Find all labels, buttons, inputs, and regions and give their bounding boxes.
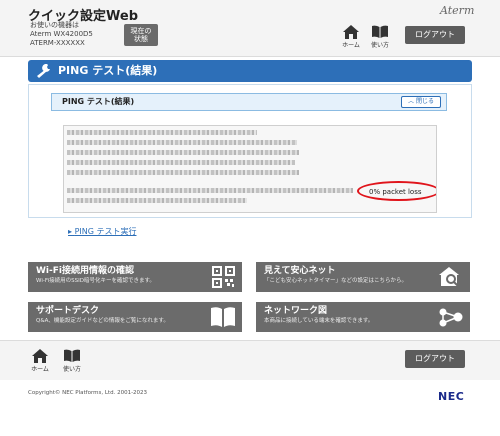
guide-label: 使い方 [62,366,81,373]
book-icon [64,349,80,362]
footer-nav: ホーム 使い方 ログアウト [0,340,500,380]
house-search-icon [439,267,459,287]
device-caption: お使いの機器は [30,21,79,29]
qr-code-icon [212,266,235,288]
home-button[interactable]: ホーム [340,25,362,49]
blurred-result-line [67,160,295,165]
footer-guide-button[interactable]: 使い方 [61,349,83,373]
blurred-result-line [67,130,257,135]
header: クイック設定Web お使いの機器は Aterm WX4200D5 ATERM-X… [0,0,500,57]
aterm-logo: Aterm [440,4,475,17]
tile-support-desk[interactable]: サポートデスク Q&A、機能設定ガイドなどの情報をご覧になれます。 [28,302,242,332]
book-icon [372,25,388,38]
footer-logout-button[interactable]: ログアウト [405,350,465,368]
copyright: Copyright© NEC Platforms, Ltd. 2001-2023 [28,390,148,396]
nec-logo: NEC [438,390,465,403]
network-nodes-icon [439,308,463,327]
home-icon [343,25,359,39]
guide-button[interactable]: 使い方 [369,25,391,49]
ping-result-output: 0% packet loss [63,125,437,213]
section-header: PING テスト(結果) ︿ 閉じる [51,93,447,111]
close-button[interactable]: ︿ 閉じる [401,96,441,108]
tile-mieru-anshin-net[interactable]: 見えて安心ネット 「こども安心ネットタイマー」などの設定はこちらから。 [256,262,470,292]
tile-wifi-info[interactable]: Wi-Fi接続用情報の確認 Wi-Fi接続用のSSID暗号化キーを確認できます。 [28,262,242,292]
blurred-result-line [67,170,299,175]
home-label: ホーム [31,366,49,373]
guide-label: 使い方 [370,42,389,49]
section-title: PING テスト(結果) [62,97,135,106]
close-label: 閉じる [415,98,434,105]
device-info: お使いの機器は Aterm WX4200D5 ATERM-XXXXXX [30,21,93,48]
ping-link-label: PING テスト実行 [74,227,137,236]
device-name: ATERM-XXXXXX [30,39,85,47]
home-label: ホーム [342,42,360,49]
blurred-result-line [67,198,247,203]
home-icon [32,349,48,363]
highlight-circle [357,181,436,201]
blurred-result-line [67,150,299,155]
device-model: Aterm WX4200D5 [30,30,93,38]
page-title: PING テスト(結果) [58,64,158,77]
logout-button[interactable]: ログアウト [405,26,465,44]
wrench-icon [37,64,50,78]
status-button[interactable]: 現在の 状態 [124,24,158,46]
result-section: PING テスト(結果) ︿ 閉じる 0% packet loss [28,84,472,218]
open-book-icon [211,307,235,327]
blurred-result-line [67,140,297,145]
blurred-result-line [67,188,353,193]
ping-test-run-link[interactable]: ▸ PING テスト実行 [68,226,136,237]
tile-network-map[interactable]: ネットワーク図 本商品に接続している端末を確認できます。 [256,302,470,332]
footer-home-button[interactable]: ホーム [29,349,51,373]
page-title-bar: PING テスト(結果) [28,60,472,82]
link-arrow-icon: ▸ [68,227,73,236]
chevron-up-icon: ︿ [408,98,415,105]
